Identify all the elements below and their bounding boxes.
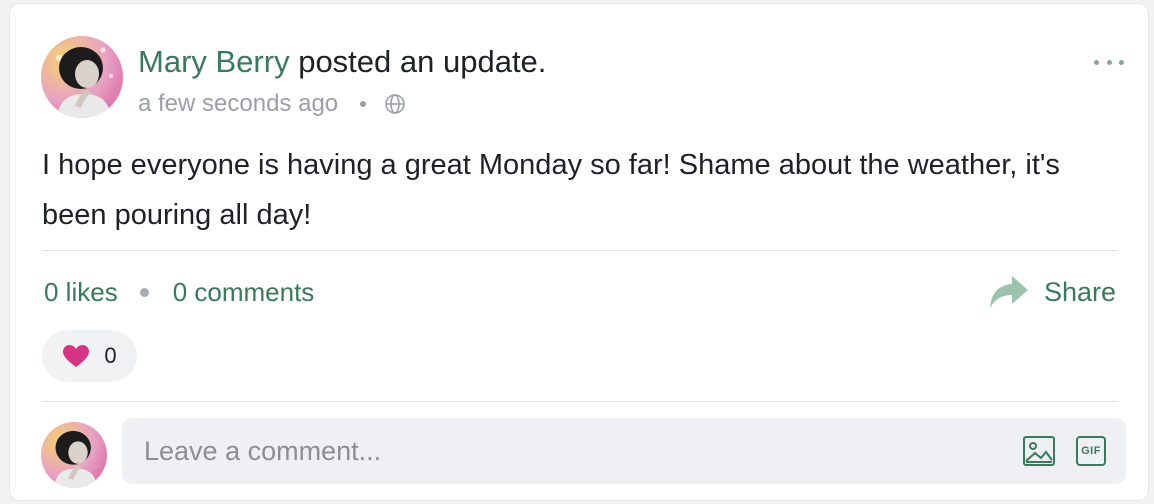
comment-input[interactable] <box>122 418 1022 484</box>
reaction-button[interactable]: 0 <box>42 330 137 382</box>
share-label: Share <box>1043 277 1116 307</box>
comments-count-link[interactable]: 0 comments <box>173 275 315 309</box>
divider <box>42 401 1118 402</box>
post-header: Mary Berry posted an update. <box>138 42 546 82</box>
divider <box>42 250 1118 251</box>
image-icon[interactable] <box>1022 434 1056 468</box>
stats-separator <box>139 287 149 297</box>
share-arrow-icon <box>988 274 1044 310</box>
author-name-link[interactable]: Mary Berry <box>138 44 290 79</box>
post-timestamp[interactable]: a few seconds ago <box>138 88 338 120</box>
globe-icon <box>384 93 406 115</box>
author-avatar[interactable] <box>41 36 123 118</box>
share-button[interactable]: Share <box>988 272 1116 312</box>
gif-icon: GIF <box>1076 436 1106 466</box>
comment-composer: GIF <box>122 418 1126 484</box>
post-meta: a few seconds ago <box>138 88 406 120</box>
current-user-avatar[interactable] <box>41 422 107 488</box>
more-options-icon[interactable] <box>1094 52 1124 72</box>
gif-button[interactable]: GIF <box>1074 434 1108 468</box>
post-stats: 0 likes 0 comments <box>44 275 314 309</box>
post-body: I hope everyone is having a great Monday… <box>42 149 1060 231</box>
meta-separator <box>360 101 367 107</box>
activity-post-card: Mary Berry posted an update. a few secon… <box>10 4 1148 500</box>
post-action-text: posted an update. <box>298 44 547 79</box>
heart-icon <box>62 344 104 368</box>
reaction-count: 0 <box>104 343 117 368</box>
likes-count-link[interactable]: 0 likes <box>44 275 118 309</box>
